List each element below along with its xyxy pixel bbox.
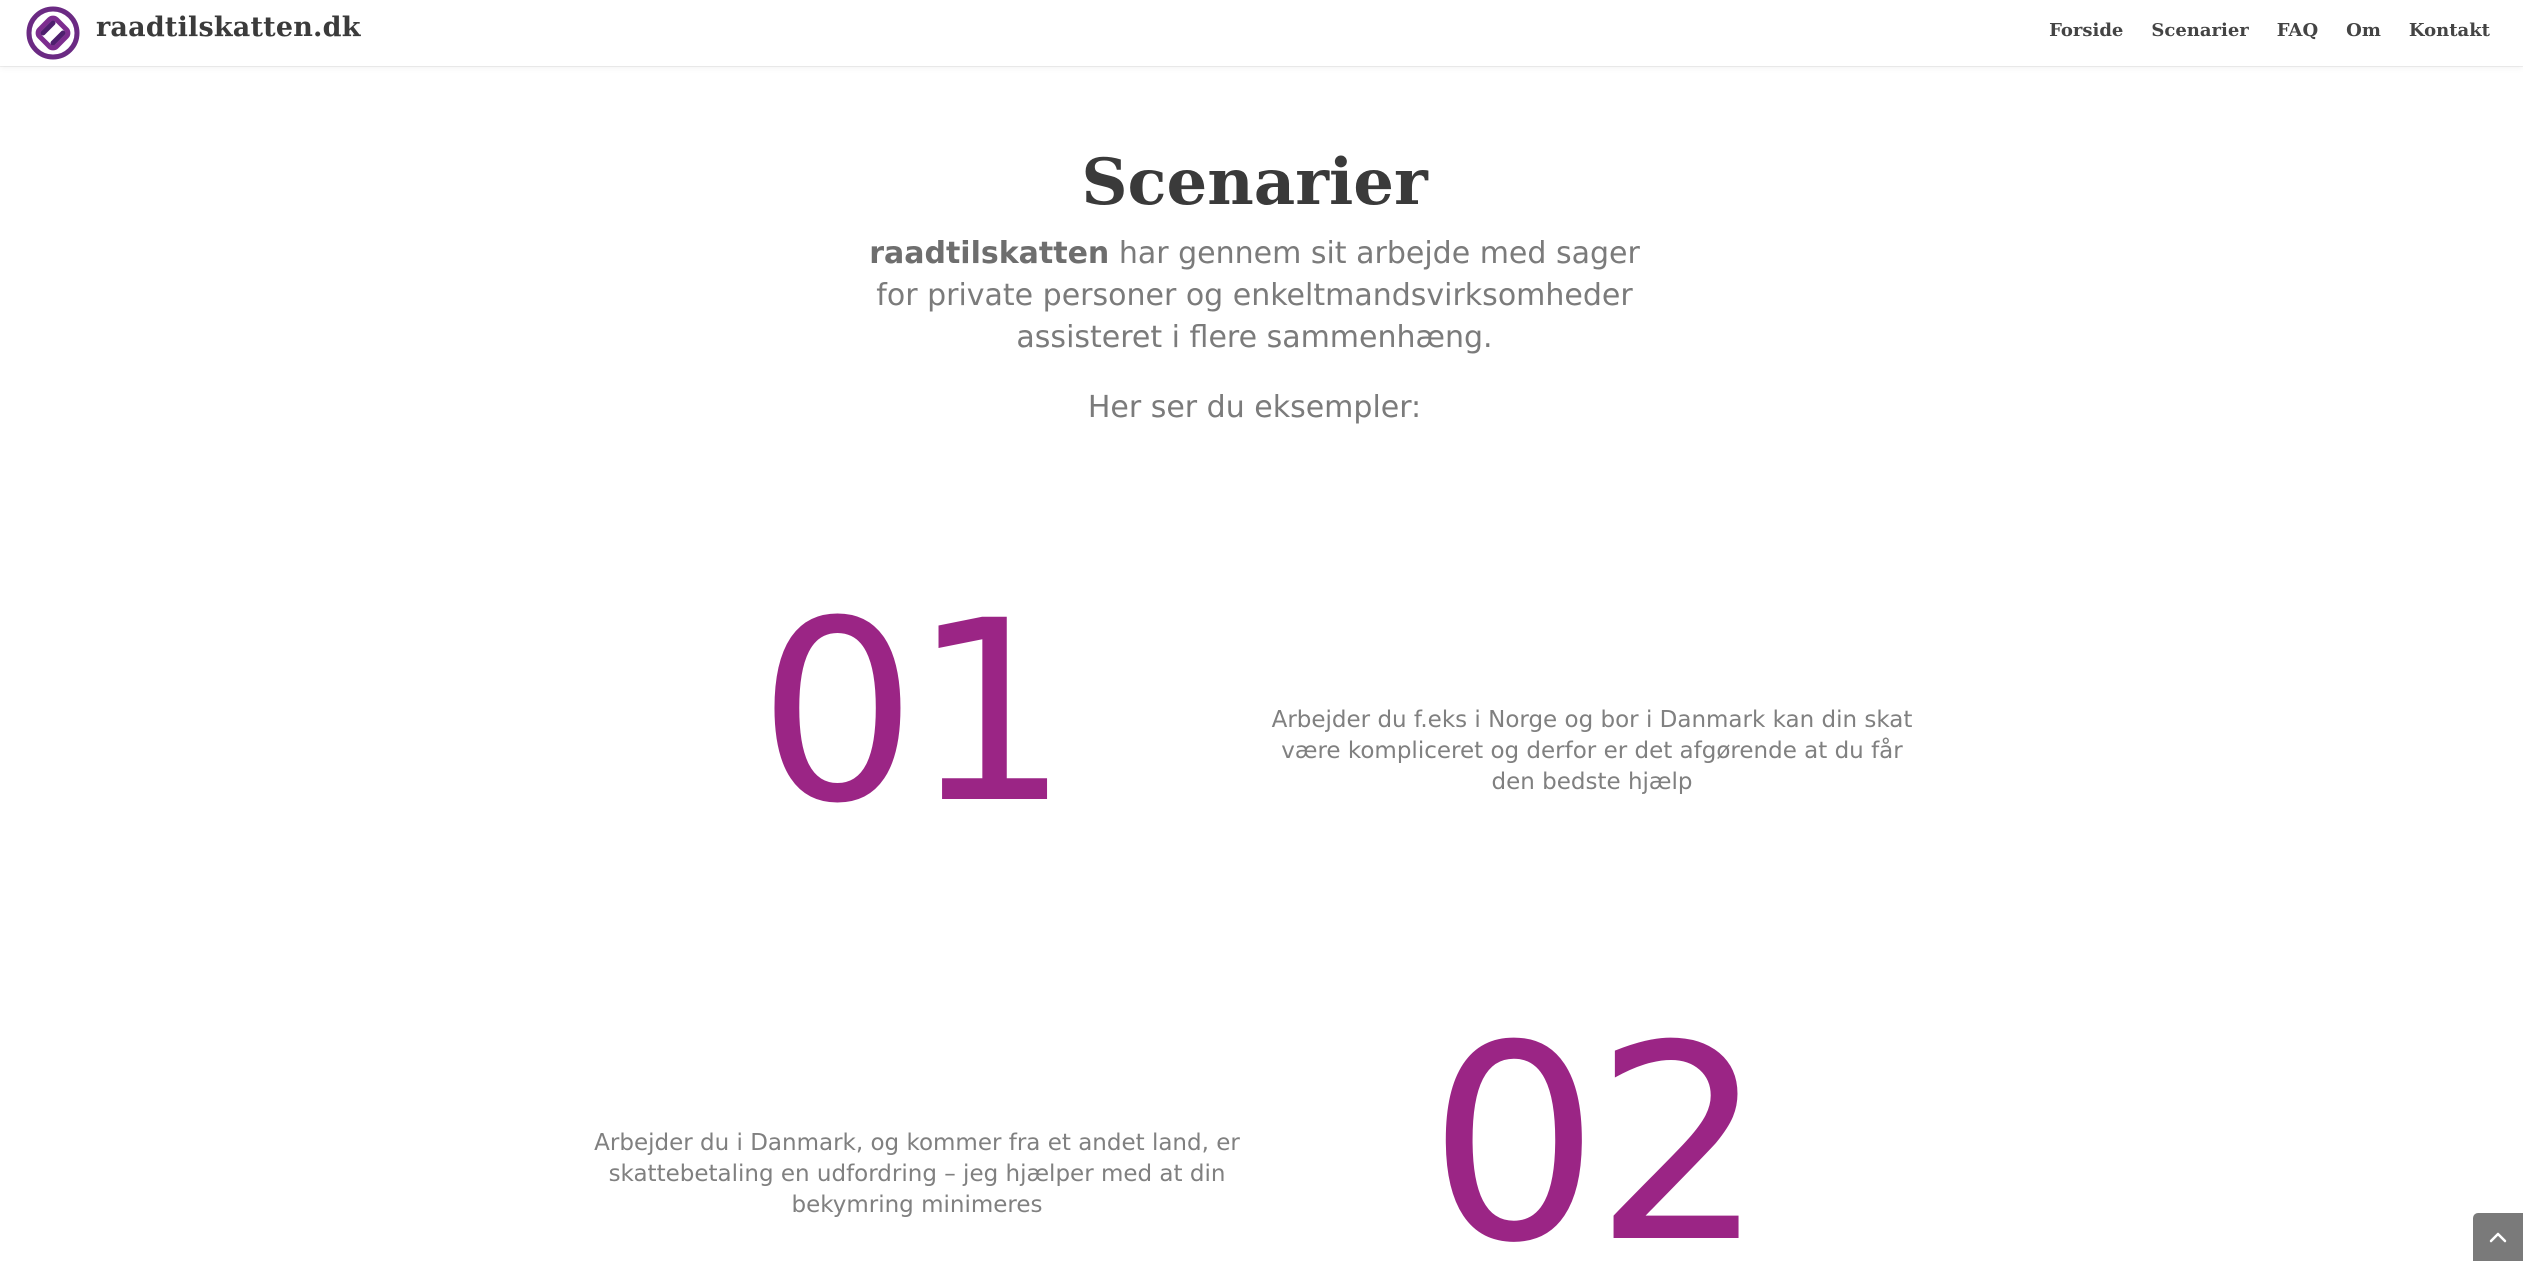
- nav-item-kontakt[interactable]: Kontakt: [2409, 20, 2490, 41]
- nav-item-scenarier[interactable]: Scenarier: [2151, 20, 2248, 41]
- nav-item-om[interactable]: Om: [2346, 20, 2381, 41]
- scenario-text-02: Arbejder du i Danmark, og kommer fra et …: [594, 1130, 1240, 1218]
- main-nav: Forside Scenarier FAQ Om Kontakt: [2049, 20, 2490, 41]
- intro-brand-name: raadtilskatten: [869, 236, 1110, 271]
- scenario-number-01: 01: [758, 567, 1070, 858]
- site-title[interactable]: raadtilskatten.dk: [96, 12, 361, 43]
- intro-paragraph: raadtilskatten har gennem sit arbejde me…: [854, 233, 1655, 359]
- chevron-up-icon: [2489, 1232, 2507, 1243]
- logo-link[interactable]: [26, 6, 80, 60]
- scenario-number-02: 02: [1428, 987, 1766, 1261]
- site-header: raadtilskatten.dk Forside Scenarier FAQ …: [0, 0, 2523, 66]
- back-to-top-button[interactable]: [2473, 1213, 2523, 1261]
- knot-logo-icon: [26, 6, 80, 60]
- scenario-text-01: Arbejder du f.eks i Norge og bor i Danma…: [1271, 707, 1913, 795]
- page: raadtilskatten.dk Forside Scenarier FAQ …: [0, 0, 2523, 1261]
- page-title: Scenarier: [1081, 145, 1428, 220]
- nav-item-forside[interactable]: Forside: [2049, 20, 2123, 41]
- intro-subheading: Her ser du eksempler:: [1087, 390, 1422, 425]
- nav-item-faq[interactable]: FAQ: [2277, 20, 2318, 41]
